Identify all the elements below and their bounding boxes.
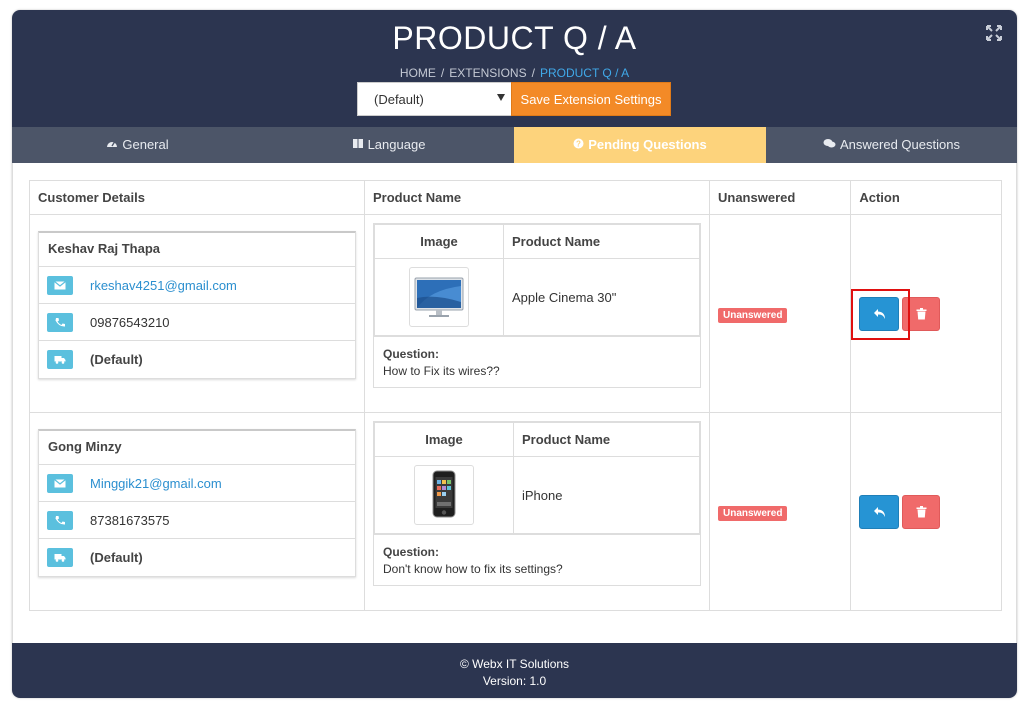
status-cell: Unanswered [708, 214, 852, 413]
status-cell: Unanswered [708, 412, 852, 611]
tab-bar: General Language ? Pending Questions Ans… [12, 127, 1017, 163]
customer-store-row: (Default) [39, 539, 355, 576]
product-cell: Image Product Name [364, 214, 710, 413]
questions-table: Customer Details Product Name Unanswered… [29, 180, 1002, 611]
store-select-value: (Default) [374, 92, 424, 107]
table-header-row: Customer Details Product Name Unanswered… [29, 180, 1002, 215]
extension-window: PRODUCT Q / A HOME / EXTENSIONS / PRODUCT Q … [12, 10, 1017, 698]
iphone-image[interactable] [414, 465, 474, 525]
customer-phone-row: 09876543210 [39, 304, 355, 341]
question-label: Question: [383, 545, 439, 559]
chevron-down-icon [497, 94, 505, 101]
customer-phone: 87381673575 [90, 513, 170, 528]
comments-icon [823, 128, 836, 164]
status-badge: Unanswered [718, 308, 788, 323]
customer-name: Keshav Raj Thapa [39, 233, 355, 267]
breadcrumb-extensions[interactable]: EXTENSIONS [449, 66, 526, 80]
tab-language[interactable]: Language [263, 127, 514, 163]
product-col-name: Product Name [503, 224, 700, 259]
table-row: Keshav Raj Thapa rkeshav4251@gmail.com 0… [29, 214, 1002, 413]
footer-version: Version: 1.0 [482, 674, 547, 688]
store-select[interactable]: (Default) [357, 82, 512, 116]
tab-general[interactable]: General [12, 127, 263, 163]
customer-name: Gong Minzy [39, 431, 355, 465]
product-image-cell [374, 456, 514, 534]
product-image-cell [374, 258, 504, 336]
product-panel: Image Product Name [373, 421, 701, 586]
tab-answered-questions[interactable]: Answered Questions [766, 127, 1017, 163]
breadcrumb: HOME / EXTENSIONS / PRODUCT Q / A [399, 66, 630, 80]
product-table: Image Product Name [374, 224, 700, 336]
trash-icon [916, 506, 927, 518]
customer-store-row: (Default) [39, 341, 355, 378]
action-cell [850, 412, 1002, 611]
reply-button[interactable] [859, 495, 900, 529]
pending-questions-panel: Customer Details Product Name Unanswered… [12, 163, 1017, 643]
action-cell [850, 214, 1002, 413]
dashboard-icon [106, 128, 118, 164]
customer-cell: Keshav Raj Thapa rkeshav4251@gmail.com 0… [29, 214, 365, 413]
page-title: PRODUCT Q / A [392, 20, 637, 56]
customer-panel: Gong Minzy Minggik21@gmail.com 873816735… [38, 429, 356, 577]
question-box: Question: Don't know how to fix its sett… [374, 534, 700, 585]
truck-icon [47, 548, 73, 567]
save-extension-settings-button[interactable]: Save Extension Settings [511, 82, 671, 116]
product-table: Image Product Name [374, 422, 700, 534]
question-label: Question: [383, 347, 439, 361]
customer-store: (Default) [90, 352, 143, 367]
phone-icon [47, 511, 73, 530]
customer-phone-row: 87381673575 [39, 502, 355, 539]
table-row: Gong Minzy Minggik21@gmail.com 873816735… [29, 412, 1002, 611]
tab-answered-questions-label: Answered Questions [840, 137, 960, 152]
customer-panel: Keshav Raj Thapa rkeshav4251@gmail.com 0… [38, 231, 356, 379]
tab-pending-questions[interactable]: ? Pending Questions [514, 127, 766, 163]
tab-language-label: Language [367, 137, 426, 152]
footer-copyright: © Webx IT Solutions [459, 657, 570, 671]
reply-button-highlight [851, 289, 911, 340]
col-action: Action [850, 180, 1002, 215]
question-text: How to Fix its wires?? [383, 364, 500, 378]
question-text: Don't know how to fix its settings? [383, 562, 563, 576]
delete-button[interactable] [902, 495, 941, 529]
product-col-image: Image [374, 224, 504, 259]
customer-email-row: Minggik21@gmail.com [39, 465, 355, 502]
product-col-image: Image [374, 422, 514, 457]
apple-cinema-display-image[interactable] [409, 267, 469, 327]
customer-email-row: rkeshav4251@gmail.com [39, 267, 355, 304]
page-footer: © Webx IT Solutions Version: 1.0 [12, 643, 1017, 698]
product-cell: Image Product Name [364, 412, 710, 611]
page-header: PRODUCT Q / A HOME / EXTENSIONS / PRODUCT Q … [12, 10, 1017, 127]
book-icon [352, 128, 364, 164]
status-badge: Unanswered [718, 506, 788, 521]
customer-email-link[interactable]: rkeshav4251@gmail.com [90, 278, 237, 293]
tab-general-label: General [122, 137, 169, 152]
customer-cell: Gong Minzy Minggik21@gmail.com 873816735… [29, 412, 365, 611]
product-name[interactable]: iPhone [513, 456, 700, 534]
product-col-name: Product Name [513, 422, 700, 457]
question-icon: ? [573, 128, 584, 164]
truck-icon [47, 350, 73, 369]
breadcrumb-home[interactable]: HOME [400, 66, 436, 80]
col-unanswered: Unanswered [708, 180, 852, 215]
envelope-icon [47, 474, 73, 493]
question-box: Question: How to Fix its wires?? [374, 336, 700, 387]
reply-icon [874, 507, 886, 517]
customer-email-link[interactable]: Minggik21@gmail.com [90, 476, 222, 491]
svg-text:?: ? [576, 140, 581, 149]
phone-icon [47, 313, 73, 332]
trash-icon [916, 308, 927, 320]
customer-store: (Default) [90, 550, 143, 565]
col-customer-details: Customer Details [29, 180, 365, 215]
col-product-name: Product Name [364, 180, 710, 215]
tab-pending-questions-label: Pending Questions [588, 137, 707, 152]
fullscreen-expand-icon[interactable] [985, 24, 1003, 42]
product-panel: Image Product Name [373, 223, 701, 388]
breadcrumb-current[interactable]: PRODUCT Q / A [540, 66, 629, 80]
customer-phone: 09876543210 [90, 315, 170, 330]
product-name[interactable]: Apple Cinema 30" [503, 258, 700, 336]
envelope-icon [47, 276, 73, 295]
